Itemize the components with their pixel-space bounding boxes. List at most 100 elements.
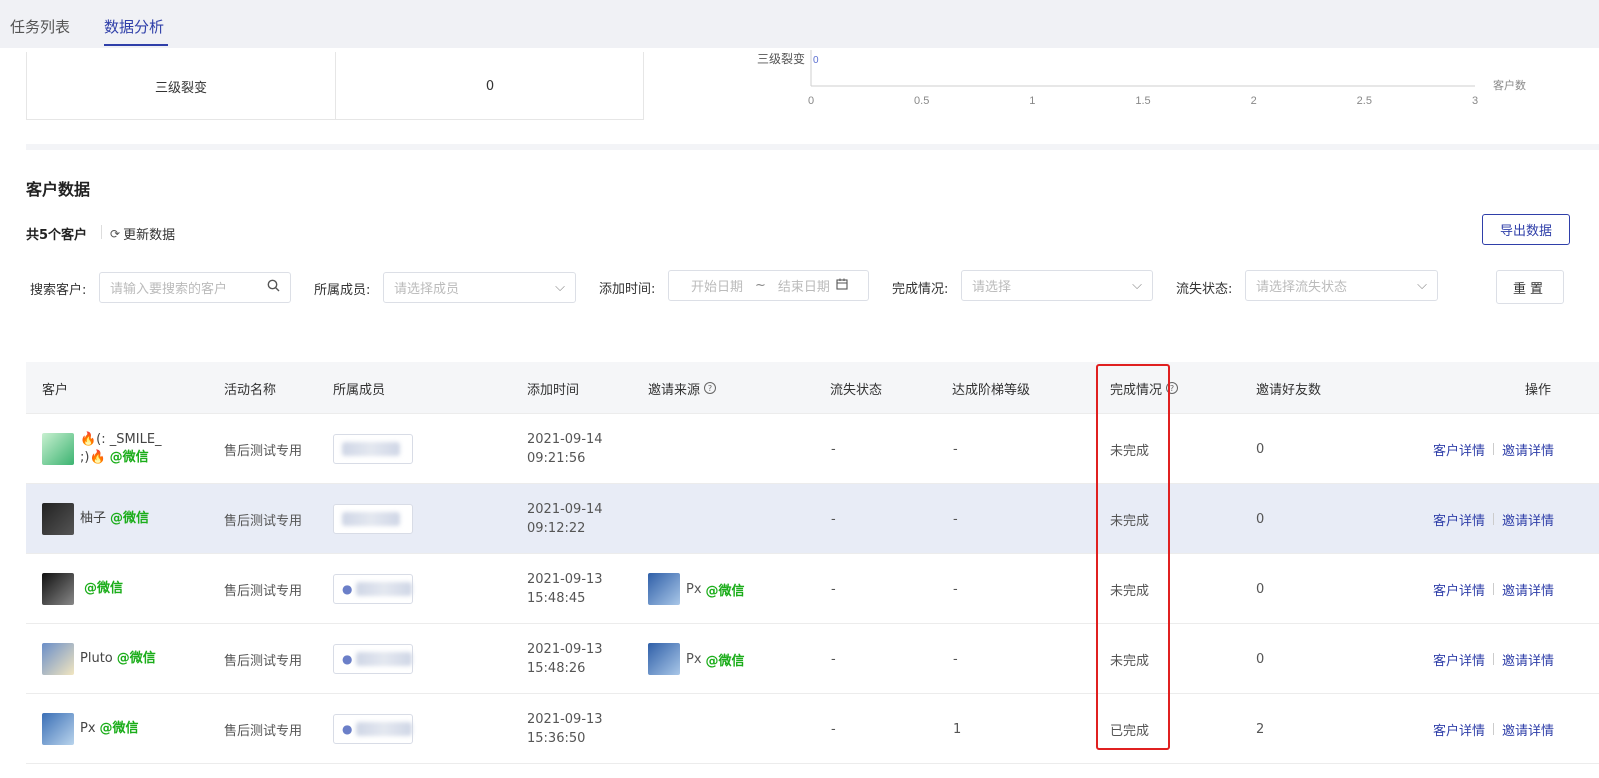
customer-detail-link[interactable]: 客户详情 [1433,440,1485,459]
ladder-level: 1 [953,721,962,737]
chevron-down-icon: ⌵ [1132,278,1142,293]
x-tick-label: 2 [1251,95,1257,107]
customer-detail-link[interactable]: 客户详情 [1433,510,1485,529]
avatar[interactable] [42,713,74,745]
avatar[interactable] [42,573,74,605]
tab-data-analysis[interactable]: 数据分析 [104,16,164,37]
source-name: Px [686,581,702,597]
complete-select[interactable]: 请选择 ⌵ [961,270,1153,301]
source-avatar [648,573,680,605]
tab-task-list[interactable]: 任务列表 [10,16,70,37]
avatar[interactable] [42,433,74,465]
wechat-tag: @微信 [116,651,156,666]
x-tick-label: 2.5 [1357,95,1372,107]
add-clock: 09:12:22 [527,521,586,536]
col-level: 达成阶梯等级 [952,382,1031,398]
link-divider [1493,583,1495,595]
table-row: Pluto @微信 售后测试专用 ● 2021-09-13 15:48:26 Px @… [26,624,1599,694]
refresh-data-button[interactable]: ⟳ 更新数据 [110,224,176,244]
invited-friends-count: 2 [1256,721,1265,737]
actions-cell: 客户详情 邀请详情 [1433,554,1554,624]
source-name: Px [686,651,702,667]
avatar[interactable] [42,643,74,675]
blurred-member-name [342,442,400,456]
invited-friends-count: 0 [1256,581,1265,597]
member-cell: ● [333,554,413,624]
member-tag [333,434,413,464]
actions-cell: 客户详情 邀请详情 [1433,624,1554,694]
refresh-label: 更新数据 [123,228,176,243]
customer-detail-link[interactable]: 客户详情 [1433,650,1485,669]
col-customer: 客户 [42,382,69,398]
invite-detail-link[interactable]: 邀请详情 [1502,580,1554,599]
help-icon[interactable]: ? [704,382,717,394]
member-placeholder: 请选择成员 [394,282,460,297]
source-avatar [648,643,680,675]
refresh-icon: ⟳ [110,226,121,241]
search-icon[interactable] [267,279,280,296]
churn-status: - [831,651,836,667]
section-separator [26,144,1599,150]
invite-detail-link[interactable]: 邀请详情 [1502,650,1554,669]
export-data-button[interactable]: 导出数据 [1482,214,1570,245]
activity-name: 售后测试专用 [224,723,303,739]
blurred-member-name [356,652,412,666]
wechat-tag: @微信 [705,583,745,599]
x-tick-label: 0 [808,95,814,107]
ladder-level: - [953,511,958,527]
x-tick-label: 0.5 [914,95,929,107]
col-activity: 活动名称 [224,382,277,398]
start-date-placeholder[interactable]: 开始日期 [691,276,743,295]
activity-name: 售后测试专用 [224,443,303,459]
invited-friends-count: 0 [1256,511,1265,527]
col-member: 所属成员 [333,382,386,398]
customer-total: 共5个客户 [26,228,88,243]
blurred-member-name [342,512,400,526]
churn-status: - [831,511,836,527]
col-churn: 流失状态 [830,382,883,398]
member-select[interactable]: 请选择成员 ⌵ [383,272,576,303]
top-tab-bar: 任务列表 数据分析 [0,0,1599,48]
wechat-tag: @微信 [109,450,149,465]
search-placeholder: 请输入要搜索的客户 [110,282,228,297]
add-clock: 09:21:56 [527,451,586,466]
customer-cell: 柚子 @微信 [42,484,149,554]
help-icon[interactable]: ? [1166,382,1179,394]
invite-detail-link[interactable]: 邀请详情 [1502,440,1554,459]
member-tag: ● [333,644,413,674]
x-tick-label: 1.5 [1135,95,1150,107]
ladder-level: - [953,581,958,597]
customer-detail-link[interactable]: 客户详情 [1433,720,1485,739]
table-row: Px @微信 售后测试专用 ● 2021-09-13 15:36:50 - 1 已完… [26,694,1599,764]
reset-button[interactable]: 重置 [1496,270,1564,304]
range-separator: ~ [755,278,766,293]
link-divider [1493,723,1495,735]
churn-status: - [831,441,836,457]
invite-detail-link[interactable]: 邀请详情 [1502,510,1554,529]
person-icon: ● [342,582,353,596]
wechat-tag: @微信 [99,721,139,736]
add-clock: 15:48:45 [527,591,586,606]
chevron-down-icon: ⌵ [1417,278,1427,293]
link-divider [1493,653,1495,665]
churn-select[interactable]: 请选择流失状态 ⌵ [1245,270,1438,301]
customer-name: Px [80,721,96,736]
x-tick-label: 1 [1029,95,1035,107]
col-add-time: 添加时间 [527,382,580,398]
end-date-placeholder[interactable]: 结束日期 [778,276,830,295]
divider [101,225,102,239]
invited-friends-count: 0 [1256,441,1265,457]
complete-status: 未完成 [1110,583,1150,599]
search-input[interactable]: 请输入要搜索的客户 [99,272,291,303]
add-date: 2021-09-14 [527,432,603,447]
customer-detail-link[interactable]: 客户详情 [1433,580,1485,599]
member-tag: ● [333,574,413,604]
add-time: 2021-09-14 09:12:22 [527,484,603,554]
avatar[interactable] [42,503,74,535]
activity-name: 售后测试专用 [224,583,303,599]
activity-name: 售后测试专用 [224,653,303,669]
invite-detail-link[interactable]: 邀请详情 [1502,720,1554,739]
actions-cell: 客户详情 邀请详情 [1433,484,1554,554]
date-range-picker[interactable]: 开始日期 ~ 结束日期 [668,270,869,301]
customer-name-2: ;)🔥 [80,450,106,465]
